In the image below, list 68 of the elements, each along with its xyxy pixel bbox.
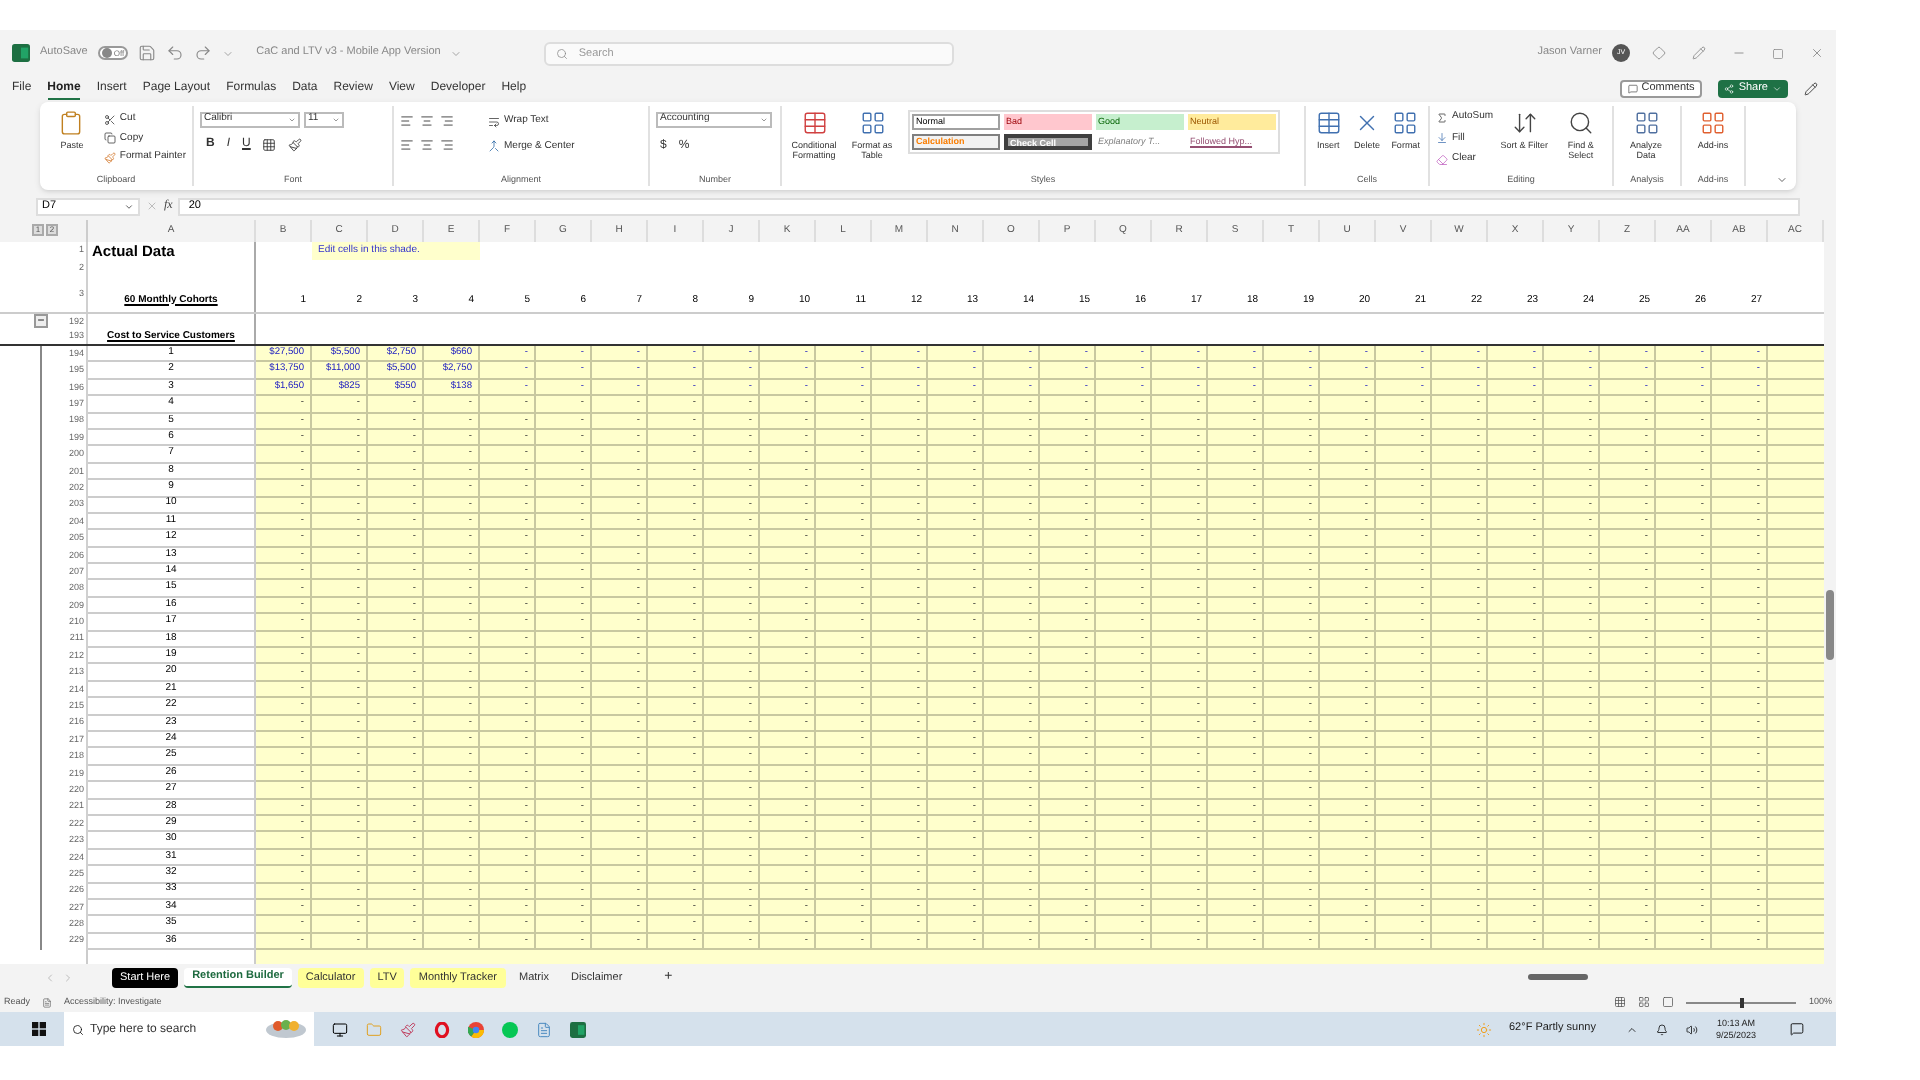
sigma-icon	[1436, 111, 1448, 124]
normal-view-icon	[1614, 996, 1627, 1009]
undo-icon	[166, 44, 185, 62]
diamond-icon	[1652, 46, 1666, 60]
next-sheet-icon	[62, 972, 74, 985]
redo-icon	[194, 44, 213, 62]
app-icon[interactable]	[12, 44, 30, 62]
align-top-icon	[400, 114, 414, 128]
comment-icon	[1627, 84, 1638, 94]
chevron-icon	[450, 47, 463, 59]
grid-icon	[859, 110, 885, 136]
grid-icon	[1633, 110, 1659, 136]
eraser-icon	[1436, 153, 1448, 166]
notifications-icon	[1790, 1022, 1804, 1037]
fill-color-icon	[288, 138, 303, 152]
bowl-icon	[264, 1017, 308, 1042]
cancel-icon	[146, 200, 158, 212]
sort-icon	[1511, 110, 1538, 136]
borders-icon	[262, 138, 277, 152]
arrow-down-icon	[1436, 132, 1448, 145]
close-icon	[1810, 46, 1824, 60]
volume-icon	[1685, 1023, 1698, 1036]
spreadsheet-icon[interactable]	[570, 1021, 586, 1038]
folder-icon	[366, 1021, 382, 1038]
caret-icon	[1772, 84, 1782, 94]
tray-icon	[1655, 1023, 1668, 1036]
table-icon	[801, 110, 827, 136]
customize-icon	[222, 47, 235, 59]
search-icon	[1567, 110, 1594, 136]
pen-icon	[1804, 82, 1818, 96]
task-view-icon	[332, 1021, 348, 1038]
brush-icon	[103, 151, 116, 164]
merge-icon	[488, 140, 500, 153]
minimize-icon	[1732, 46, 1746, 60]
previous-sheet-icon	[44, 972, 56, 985]
align-center-icon	[420, 138, 434, 152]
save-icon	[138, 44, 157, 62]
copy-icon	[103, 132, 116, 145]
caret-icon	[124, 201, 134, 211]
page-layout-icon	[1638, 996, 1651, 1009]
windows-icon[interactable]	[32, 1022, 46, 1037]
zoom-slider[interactable]	[1739, 997, 1744, 1008]
collapse-ribbon-icon	[1776, 174, 1788, 186]
scissors-icon	[103, 113, 116, 126]
align-left-icon	[400, 138, 414, 152]
scroll-thumb[interactable]	[1826, 590, 1834, 660]
grid-icon	[1700, 110, 1726, 136]
weather-icon	[1475, 1021, 1491, 1038]
paint-icon	[400, 1021, 416, 1038]
align-right-icon	[440, 138, 454, 152]
share-icon	[1724, 84, 1735, 94]
align-middle-icon	[420, 114, 434, 128]
wrap-icon	[488, 115, 500, 128]
browser-icon[interactable]	[468, 1021, 484, 1038]
search-icon	[556, 47, 569, 59]
grid-icon	[1392, 110, 1419, 136]
align-bottom-icon	[440, 114, 454, 128]
clipboard-icon	[58, 110, 85, 136]
page-break-icon	[1662, 996, 1675, 1009]
restore-icon	[1772, 47, 1784, 59]
notepad-icon	[536, 1021, 552, 1038]
sheet-icon	[42, 997, 53, 1008]
search-icon	[72, 1023, 84, 1036]
table-icon	[1315, 110, 1342, 136]
scroll-thumb[interactable]	[1528, 974, 1588, 981]
ring-icon[interactable]	[434, 1021, 450, 1038]
tray-chevron-icon	[1625, 1023, 1638, 1036]
pen-icon	[1692, 46, 1706, 60]
